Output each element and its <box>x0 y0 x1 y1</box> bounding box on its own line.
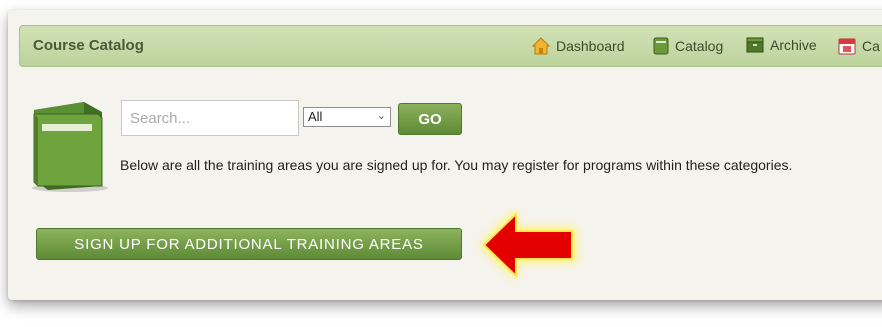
nav-calendar[interactable]: Ca <box>838 37 880 55</box>
page-title: Course Catalog <box>33 37 144 54</box>
green-book-icon <box>28 100 112 199</box>
chevron-down-icon: ⌄ <box>376 110 386 122</box>
nav-catalog-label: Catalog <box>675 38 724 54</box>
page: Course Catalog Dashboard Catalog Archive… <box>0 0 882 327</box>
calendar-icon <box>838 37 856 55</box>
header-bar: Course Catalog Dashboard Catalog Archive… <box>19 25 882 67</box>
nav-catalog[interactable]: Catalog <box>653 37 723 55</box>
nav-calendar-label: Ca <box>862 38 880 54</box>
archive-icon <box>746 37 764 53</box>
house-icon <box>532 37 550 55</box>
nav-archive[interactable]: Archive <box>746 37 817 53</box>
sign-up-training-areas-button[interactable]: SIGN UP FOR ADDITIONAL TRAINING AREAS <box>36 228 462 260</box>
catalog-book-icon <box>653 37 669 55</box>
red-arrow-icon <box>472 200 592 295</box>
nav-dashboard-label: Dashboard <box>556 38 625 54</box>
search-input[interactable] <box>121 100 299 136</box>
category-filter-select[interactable]: All ⌄ <box>303 107 391 127</box>
nav-dashboard[interactable]: Dashboard <box>532 37 625 55</box>
nav-archive-label: Archive <box>770 37 817 53</box>
go-button[interactable]: GO <box>398 103 462 135</box>
description-text: Below are all the training areas you are… <box>120 157 793 173</box>
select-value: All <box>308 109 323 124</box>
